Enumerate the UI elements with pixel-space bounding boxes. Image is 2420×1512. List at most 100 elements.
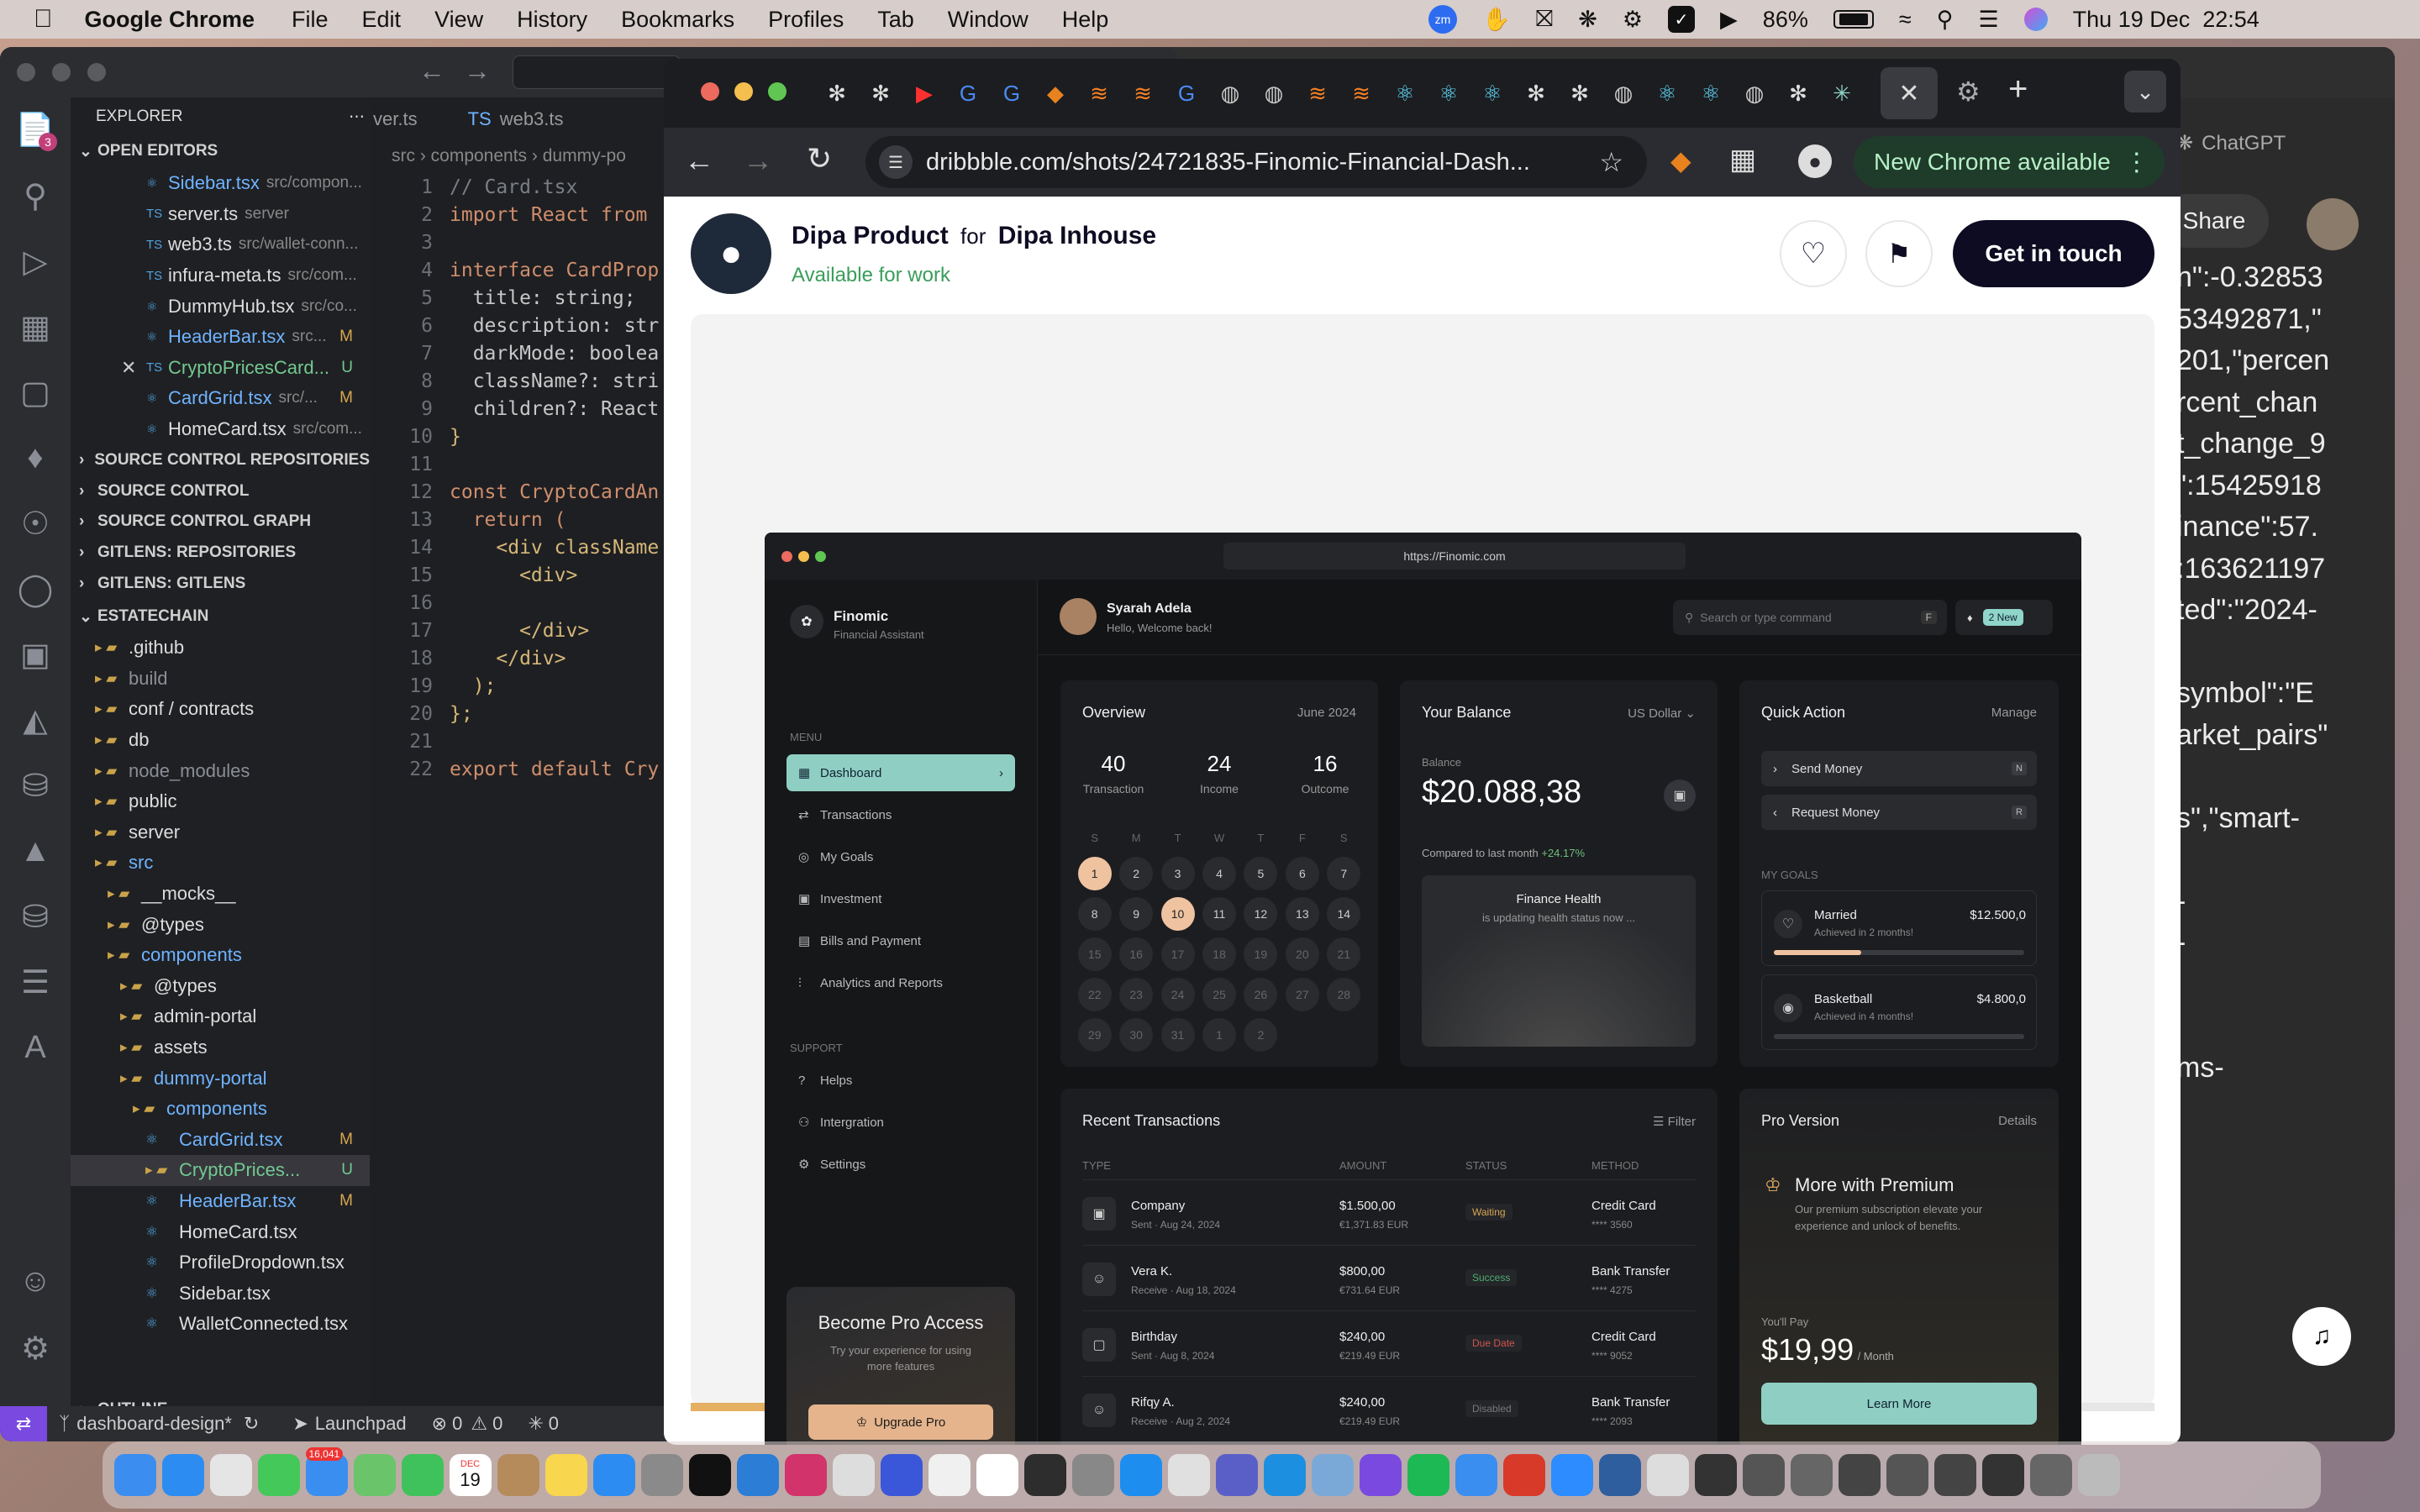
forward-icon[interactable]: → xyxy=(743,143,773,178)
docker-dock-icon[interactable] xyxy=(1119,1454,1162,1496)
preview-dock-icon[interactable] xyxy=(1311,1454,1354,1496)
trash-dock-icon[interactable] xyxy=(2077,1454,2120,1496)
acrobat-dock-icon[interactable] xyxy=(1502,1454,1545,1496)
remote-explorer-icon[interactable]: ▢ xyxy=(0,360,71,425)
shot-menu-item[interactable]: ◎ My Goals xyxy=(786,838,1015,875)
menu-profiles[interactable]: Profiles xyxy=(768,7,844,33)
section-header[interactable]: › GITLENS: REPOSITORIES xyxy=(79,538,370,569)
open-editor-item[interactable]: ⚛ DummyHub.tsx src/co... xyxy=(71,291,370,322)
dribbble-avatar[interactable]: ● xyxy=(691,213,771,294)
folder-item[interactable]: ▸ ▰ src xyxy=(71,848,370,879)
globe-tab-icon[interactable]: ◍ xyxy=(1733,73,1776,113)
react-tab-icon[interactable]: ⚛ xyxy=(1470,73,1514,113)
error-count[interactable]: 0 xyxy=(452,1413,462,1435)
google-tab-icon[interactable]: G xyxy=(1165,73,1208,113)
file-item[interactable]: ⚛ Sidebar.tsx xyxy=(71,1278,370,1309)
zoom-icon[interactable]: zm xyxy=(1428,5,1457,34)
transaction-row[interactable]: ▣ Company Sent · Aug 24, 2024 $1.500,00 €1,3… xyxy=(1082,1179,1696,1245)
whatsapp-dock-icon[interactable] xyxy=(928,1454,971,1496)
launchpad-icon[interactable]: ➤ xyxy=(292,1413,308,1435)
close-tab-icon[interactable]: ✕ xyxy=(1898,79,1919,108)
folder-item[interactable]: ▸ ▰ conf / contracts xyxy=(71,694,370,725)
vpn-icon[interactable]: ⚙ xyxy=(1623,7,1643,33)
quick-action-button[interactable]: › Send Money N xyxy=(1761,751,2037,786)
google-tab-icon[interactable]: G xyxy=(990,73,1034,113)
menu-help[interactable]: Help xyxy=(1062,7,1109,33)
section-header[interactable]: › SOURCE CONTROL GRAPH xyxy=(79,507,370,538)
card-icon[interactable]: ▣ xyxy=(1664,780,1696,811)
messages-dock-icon[interactable] xyxy=(257,1454,300,1496)
section-header[interactable]: › SOURCE CONTROL xyxy=(79,476,370,507)
calendar-date[interactable]: 7 xyxy=(1323,857,1365,890)
calendar-date[interactable]: 5 xyxy=(1240,857,1281,890)
open-editor-item[interactable]: TS server.ts server xyxy=(71,199,370,230)
author-name[interactable]: Dipa Product xyxy=(792,222,949,249)
window6-dock-icon[interactable] xyxy=(1933,1454,1976,1496)
openai-tab-icon[interactable]: ✻ xyxy=(1776,73,1820,113)
play-icon[interactable]: ▶ xyxy=(1720,7,1738,33)
support-menu-item[interactable]: ? Helps xyxy=(786,1062,1015,1099)
calendar-date[interactable]: 6 xyxy=(1281,857,1323,890)
clock[interactable]: Thu 19 Dec 22:54 xyxy=(2073,7,2260,33)
shot-menu-item[interactable]: ▣ Investment xyxy=(786,880,1015,917)
notion-dock-icon[interactable] xyxy=(976,1454,1018,1496)
shot-menu-item[interactable]: ⫶ Analytics and Reports xyxy=(786,964,1015,1001)
folder-item[interactable]: ▸ ▰ build xyxy=(71,664,370,695)
ports-icon[interactable]: ✳ xyxy=(528,1413,543,1435)
vscode-dock-icon[interactable] xyxy=(736,1454,779,1496)
safari-dock-icon[interactable] xyxy=(161,1454,204,1496)
profile-icon[interactable]: ● xyxy=(1798,144,1832,178)
calendar-date[interactable]: 16 xyxy=(1115,937,1156,971)
openai-tab-icon[interactable]: ✻ xyxy=(1514,73,1558,113)
new-chrome-available-button[interactable]: New Chrome available ⋮ xyxy=(1854,136,2165,188)
sample-icon[interactable]: ▲ xyxy=(0,818,71,884)
postman-dock-icon[interactable] xyxy=(880,1454,923,1496)
branches-icon[interactable]: ◭ xyxy=(0,687,71,753)
calendar-date[interactable]: 31 xyxy=(1157,1018,1198,1052)
account-icon[interactable]: ☺ xyxy=(0,1248,71,1314)
calendar-date[interactable]: 17 xyxy=(1157,937,1198,971)
system-settings-dock-icon[interactable] xyxy=(640,1454,683,1496)
gitlens-icon[interactable]: ☉ xyxy=(0,491,71,556)
openai-tab-icon[interactable]: ✻ xyxy=(859,73,902,113)
search-icon[interactable]: ⚲ xyxy=(0,163,71,228)
kebab-menu-icon[interactable]: ⋮ xyxy=(2124,148,2149,177)
zoom-dock-icon[interactable] xyxy=(1550,1454,1593,1496)
stack-tab-icon[interactable]: ≋ xyxy=(1077,73,1121,113)
calendar-date[interactable]: 9 xyxy=(1115,897,1156,931)
menu-edit[interactable]: Edit xyxy=(362,7,402,33)
goal-item[interactable]: ◉ Basketball Achieved in 4 months! $4.800,0 xyxy=(1761,974,2037,1050)
more-actions-icon[interactable]: ⋯ xyxy=(349,108,365,127)
like-button[interactable]: ♡ xyxy=(1780,220,1847,287)
calendar-date[interactable]: 19 xyxy=(1240,937,1281,971)
calendar-date[interactable]: 29 xyxy=(1074,1018,1115,1052)
shot-search-input[interactable]: ⚲ Search or type command F xyxy=(1673,600,1947,635)
goal-item[interactable]: ♡ Married Achieved in 2 months! $12.500,0 xyxy=(1761,890,2037,966)
calendar-date[interactable]: 2 xyxy=(1240,1018,1281,1052)
settings-tab-icon[interactable]: ⚙ xyxy=(1956,76,1981,108)
window5-dock-icon[interactable] xyxy=(1886,1454,1928,1496)
folder-item[interactable]: ▸ ▰ CryptoPrices... U xyxy=(71,1155,370,1186)
perplexity-tab-icon[interactable]: ✳ xyxy=(1820,73,1864,113)
user-avatar[interactable] xyxy=(1060,598,1097,635)
stack-tab-icon[interactable]: ≋ xyxy=(1339,73,1383,113)
battery-icon[interactable] xyxy=(1833,10,1874,29)
command-center[interactable] xyxy=(513,55,681,89)
react-tab-icon[interactable]: ⚛ xyxy=(1689,73,1733,113)
menu-app-name[interactable]: Google Chrome xyxy=(85,7,255,33)
folder-item[interactable]: ▸ ▰ .github xyxy=(71,633,370,664)
finder-dock-icon[interactable] xyxy=(113,1454,156,1496)
terminal-dock-icon[interactable] xyxy=(688,1454,731,1496)
file-item[interactable]: ⚛ ProfileDropdown.tsx xyxy=(71,1247,370,1278)
run-debug-icon[interactable]: ▷ xyxy=(0,228,71,294)
file-item[interactable]: ⚛ CardGrid.tsx M xyxy=(71,1125,370,1156)
window8-dock-icon[interactable] xyxy=(2029,1454,2072,1496)
reload-icon[interactable]: ↻ xyxy=(807,141,832,176)
open-editor-item[interactable]: ⚛ Sidebar.tsx src/compon... xyxy=(71,168,370,199)
storage-icon[interactable]: ⛁ xyxy=(0,884,71,949)
folder-item[interactable]: ▸ ▰ admin-portal xyxy=(71,1001,370,1032)
save-button[interactable]: ⚑ xyxy=(1865,220,1933,287)
calendar-date[interactable]: 1 xyxy=(1074,857,1115,890)
react-tab-icon[interactable]: ⚛ xyxy=(1427,73,1470,113)
open-editor-item[interactable]: ✕ TS CryptoPricesCard... U xyxy=(71,353,370,384)
